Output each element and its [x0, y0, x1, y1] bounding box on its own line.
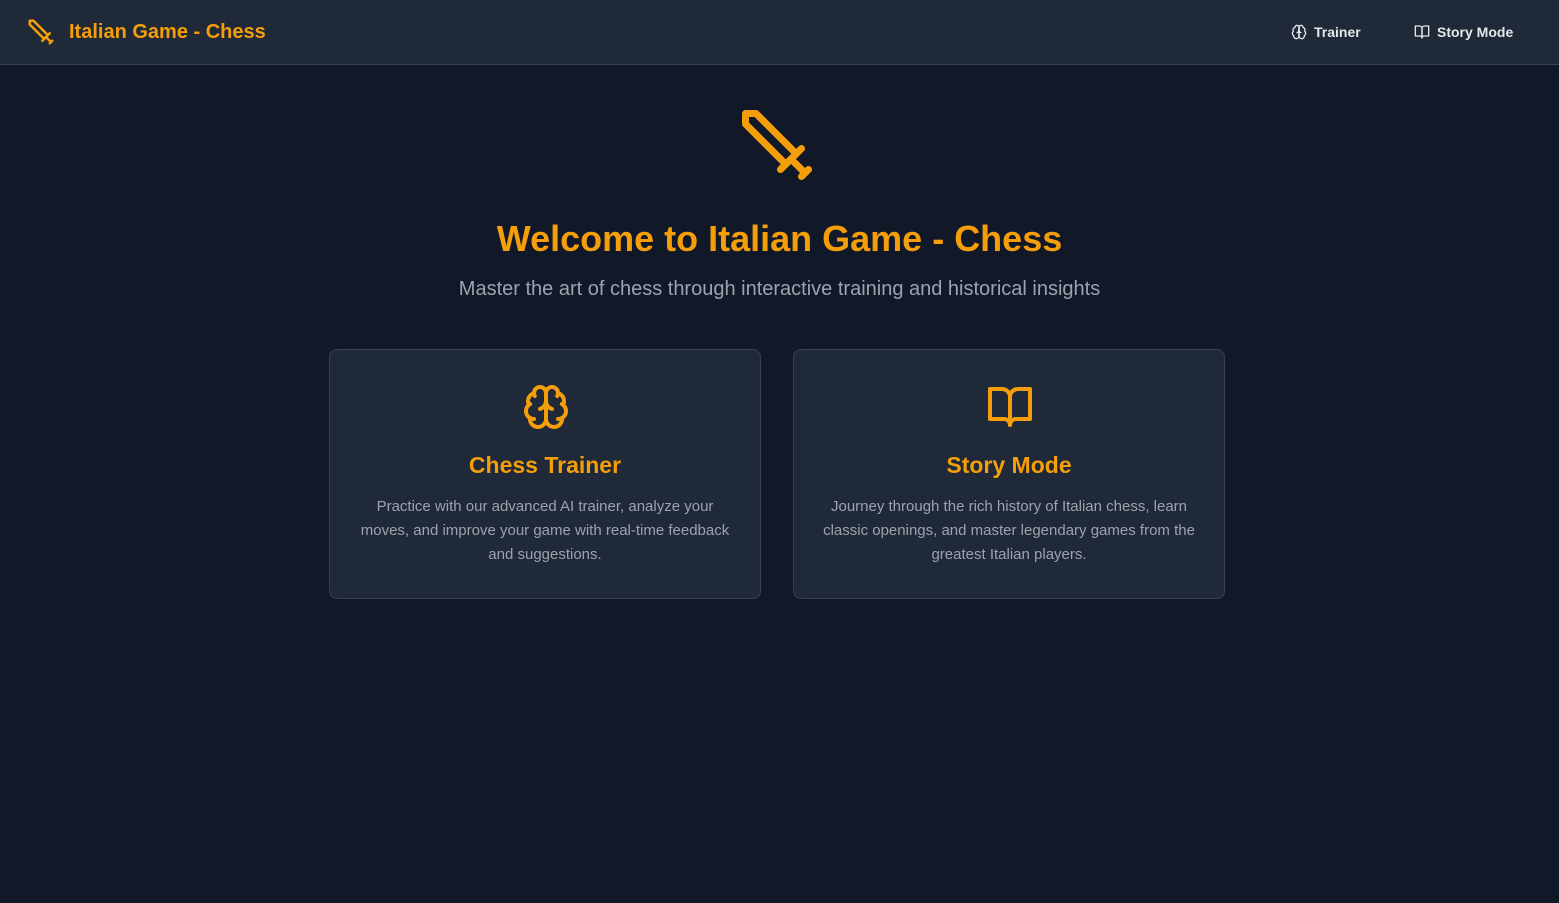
card-title: Story Mode [946, 452, 1072, 478]
book-open-icon [986, 383, 1034, 431]
chess-trainer-card[interactable]: Chess Trainer Practice with our advanced… [329, 349, 761, 599]
card-title: Chess Trainer [468, 452, 622, 478]
nav-trainer-link[interactable]: Trainer [1291, 21, 1361, 43]
card-description: Journey through the rich history of Ital… [823, 498, 1195, 563]
top-navbar: Italian Game - Chess Trainer Story Mode [0, 0, 1559, 65]
card-description: Practice with our advanced AI trainer, a… [360, 498, 730, 563]
story-mode-card[interactable]: Story Mode Journey through the rich hist… [793, 349, 1225, 599]
nav-story-mode-label: Story Mode [1437, 24, 1514, 40]
book-open-icon [1414, 24, 1437, 40]
sword-icon [735, 103, 819, 187]
brand-home-link[interactable]: Italian Game - Chess [26, 17, 266, 47]
sword-icon [26, 17, 56, 47]
brand-name: Italian Game - Chess [69, 21, 266, 43]
nav-trainer-label: Trainer [1314, 24, 1361, 40]
page-subtitle: Master the art of chess through interact… [458, 278, 1101, 300]
page-title: Welcome to Italian Game - Chess [496, 218, 1063, 259]
brain-icon [522, 383, 570, 431]
brain-icon [1291, 24, 1314, 40]
nav-story-mode-link[interactable]: Story Mode [1414, 21, 1513, 43]
